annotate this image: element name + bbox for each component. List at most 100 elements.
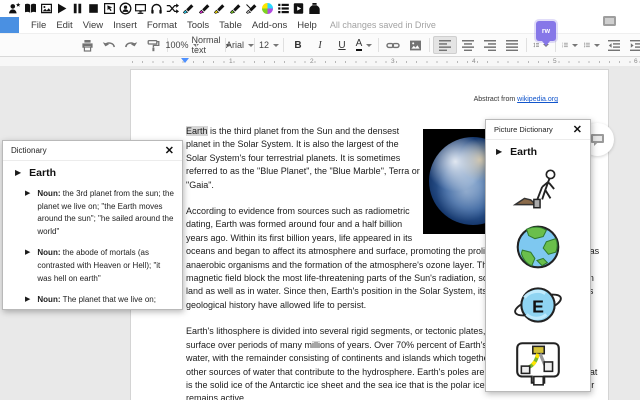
- insert-link-button[interactable]: [382, 36, 404, 54]
- definition-pos: Noun:: [37, 248, 60, 257]
- audio-maker-icon[interactable]: [150, 2, 163, 15]
- highlight-magenta-icon[interactable]: [198, 2, 211, 15]
- italic-button[interactable]: I: [309, 36, 331, 54]
- highlighted-word[interactable]: Earth: [186, 126, 208, 136]
- readwrite-toolbar: [0, 0, 640, 17]
- font-select[interactable]: Arial: [229, 36, 251, 54]
- translator-icon[interactable]: [166, 2, 179, 15]
- ruler-number: 5: [553, 58, 557, 65]
- highlight-yellow-icon[interactable]: [213, 2, 226, 15]
- prediction-icon[interactable]: [8, 2, 21, 15]
- bold-button[interactable]: B: [287, 36, 309, 54]
- menu-tools[interactable]: Tools: [182, 20, 214, 31]
- undo-button[interactable]: [98, 36, 120, 54]
- print-button[interactable]: [76, 36, 98, 54]
- dictionary-word: Earth: [29, 167, 56, 179]
- menu-help[interactable]: Help: [292, 20, 322, 31]
- definition-pos: Noun:: [37, 189, 60, 198]
- insert-image-button[interactable]: [404, 36, 426, 54]
- paragraph-1-text: is the third planet from the Sun and the…: [186, 126, 420, 190]
- align-right-button[interactable]: [479, 36, 501, 54]
- speak-word-icon[interactable]: ▶: [15, 169, 21, 177]
- menu-edit[interactable]: Edit: [51, 20, 77, 31]
- indent-marker[interactable]: [181, 58, 189, 63]
- comment-icon: [590, 133, 605, 146]
- dictionary-panel-header[interactable]: Dictionary ✕: [3, 141, 182, 161]
- menu-file[interactable]: File: [26, 20, 51, 31]
- dictionary-icon[interactable]: [24, 2, 37, 15]
- comment-indicator-icon[interactable]: [603, 16, 616, 26]
- definition-item: ▶ Noun: the 3rd planet from the sun; the…: [25, 188, 174, 238]
- underline-button[interactable]: U: [331, 36, 353, 54]
- dictionary-word-row: ▶ Earth: [3, 161, 182, 179]
- speak-word-icon[interactable]: ▶: [496, 148, 502, 156]
- justify-button[interactable]: [501, 36, 523, 54]
- ruler-number: 3: [391, 58, 395, 65]
- wikipedia-link[interactable]: wikipedia.org: [517, 96, 558, 103]
- redo-button[interactable]: [120, 36, 142, 54]
- increase-indent-button[interactable]: [625, 36, 640, 54]
- picture-dictionary-header[interactable]: Picture Dictionary ✕: [486, 120, 590, 140]
- close-icon[interactable]: ✕: [573, 125, 582, 135]
- hover-speech-icon[interactable]: [103, 2, 116, 15]
- paint-format-button[interactable]: [142, 36, 164, 54]
- numbered-list-button[interactable]: 123: [559, 36, 581, 54]
- dictionary-panel-title: Dictionary: [11, 146, 47, 155]
- save-status[interactable]: All changes saved in Drive: [330, 20, 436, 30]
- speak-definition-icon[interactable]: ▶: [25, 249, 30, 285]
- decrease-indent-button[interactable]: [603, 36, 625, 54]
- highlight-cyan-icon[interactable]: [182, 2, 195, 15]
- menu-view[interactable]: View: [78, 20, 108, 31]
- align-left-button[interactable]: [433, 36, 457, 54]
- screen-mask-icon[interactable]: [134, 2, 147, 15]
- paragraph-style-select[interactable]: Normal text: [200, 36, 222, 54]
- docs-home-tab[interactable]: [0, 17, 19, 33]
- play-icon[interactable]: [55, 2, 68, 15]
- picture-list: E: [486, 163, 590, 389]
- menu-addons[interactable]: Add-ons: [247, 20, 292, 31]
- definition-pos: Noun:: [37, 295, 60, 304]
- highlight-green-icon[interactable]: [229, 2, 242, 15]
- vocabulary-list-icon[interactable]: [277, 2, 290, 15]
- close-icon[interactable]: ✕: [165, 146, 174, 156]
- svg-text:E: E: [532, 296, 544, 316]
- person-digging-earth-icon[interactable]: [512, 163, 564, 215]
- text-color-button[interactable]: A: [353, 36, 375, 54]
- abstract-line: Abstract from wikipedia.org: [474, 96, 558, 103]
- zoom-select[interactable]: 100%: [171, 36, 193, 54]
- picture-word-row: ▶ Earth: [486, 140, 590, 158]
- picture-dictionary-title: Picture Dictionary: [494, 125, 553, 134]
- collect-highlights-icon[interactable]: [261, 2, 274, 15]
- font-size-select[interactable]: 12: [258, 36, 280, 54]
- earth-globe-icon[interactable]: [512, 221, 564, 273]
- ruler-number: 1: [229, 58, 233, 65]
- simplify-icon[interactable]: [292, 2, 305, 15]
- bulleted-list-button[interactable]: [581, 36, 603, 54]
- pause-icon[interactable]: [71, 2, 84, 15]
- document-canvas: Abstract from wikipedia.org Earth is the…: [0, 66, 640, 400]
- speak-definition-icon[interactable]: ▶: [25, 296, 30, 307]
- earth-photo-globe: [429, 137, 492, 225]
- planet-earth-symbol-icon[interactable]: E: [512, 279, 564, 331]
- electrical-earth-plug-icon[interactable]: [512, 337, 564, 389]
- menu-format[interactable]: Format: [142, 20, 182, 31]
- picture-dictionary-word: Earth: [510, 146, 537, 158]
- definition-item: ▶ Noun: the abode of mortals (as contras…: [25, 247, 174, 285]
- stop-icon[interactable]: [87, 2, 100, 15]
- screenshot-reader-icon[interactable]: [119, 2, 132, 15]
- ruler-number: 2: [310, 58, 314, 65]
- dictionary-definitions: ▶ Noun: the 3rd planet from the sun; the…: [25, 188, 174, 307]
- speak-definition-icon[interactable]: ▶: [25, 190, 30, 238]
- voice-note-icon[interactable]: [308, 2, 321, 15]
- align-center-button[interactable]: [457, 36, 479, 54]
- clear-highlights-icon[interactable]: [245, 2, 258, 15]
- picture-dictionary-panel: Picture Dictionary ✕ ▶ Earth E: [485, 119, 591, 392]
- definition-item: ▶ Noun: The planet that we live on;: [25, 294, 174, 307]
- svg-text:3: 3: [562, 47, 563, 49]
- readwrite-extension-icon[interactable]: rw: [536, 21, 556, 41]
- earth-photo[interactable]: [423, 129, 492, 234]
- menu-insert[interactable]: Insert: [108, 20, 142, 31]
- menu-table[interactable]: Table: [214, 20, 247, 31]
- ruler-number: 4: [472, 58, 476, 65]
- picture-dictionary-icon[interactable]: [40, 2, 53, 15]
